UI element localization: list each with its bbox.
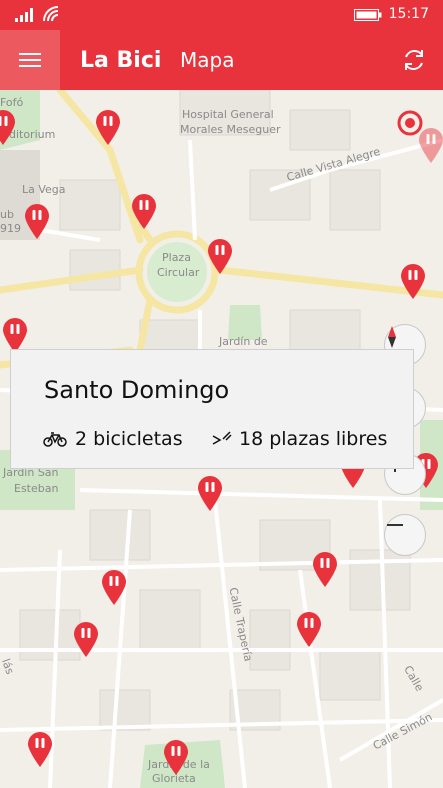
free-slots: 18 plazas libres [211,428,387,450]
station-pin[interactable] [95,110,121,146]
slots-count: 18 plazas libres [239,428,388,450]
bikes-available: 2 bicicletas [43,428,183,450]
zoom-out-button[interactable] [384,514,426,556]
station-pin[interactable] [0,110,16,146]
station-pin[interactable] [207,239,233,275]
map-label: Morales Meseguer [180,123,281,136]
menu-button[interactable] [0,30,60,90]
bikes-count: 2 bicicletas [75,428,183,450]
map-label: Hospital General [182,108,274,121]
map-label: ub [0,208,14,221]
page-subtitle: Mapa [180,48,235,72]
map-label: Jardín de [219,335,268,348]
bicycle-icon [43,432,67,447]
station-pin[interactable] [73,622,99,658]
map-label: Fofó [0,96,24,109]
station-name: Santo Domingo [44,376,230,404]
map-label: La Vega [22,183,66,196]
app-title: La Bici [80,48,162,73]
station-pin[interactable] [296,612,322,648]
station-pin[interactable] [197,476,223,512]
signal-icon [15,8,33,22]
parking-slot-icon [212,431,232,445]
map-label: Esteban [14,482,59,495]
station-info-card[interactable]: Santo Domingo 2 bicicletas 18 plazas lib… [10,349,414,469]
wifi-icon [43,6,59,22]
station-pin[interactable] [101,570,127,606]
refresh-icon[interactable] [401,47,427,73]
my-location-icon[interactable] [396,109,424,137]
station-pin[interactable] [24,204,50,240]
map-label: Plaza [162,251,191,264]
minus-icon [387,524,403,526]
station-pin[interactable] [131,194,157,230]
map-label: Circular [157,266,200,279]
battery-icon [354,9,382,21]
compass-icon [388,326,396,348]
hamburger-icon [19,53,41,67]
app-bar: La Bici Mapa [0,30,443,90]
status-time: 15:17 [388,6,429,22]
station-pin[interactable] [163,740,189,776]
map-label: 919 [0,222,21,235]
station-pin[interactable] [27,732,53,768]
station-pin[interactable] [400,264,426,300]
station-pin[interactable] [312,552,338,588]
status-bar: 15:17 [0,0,443,30]
